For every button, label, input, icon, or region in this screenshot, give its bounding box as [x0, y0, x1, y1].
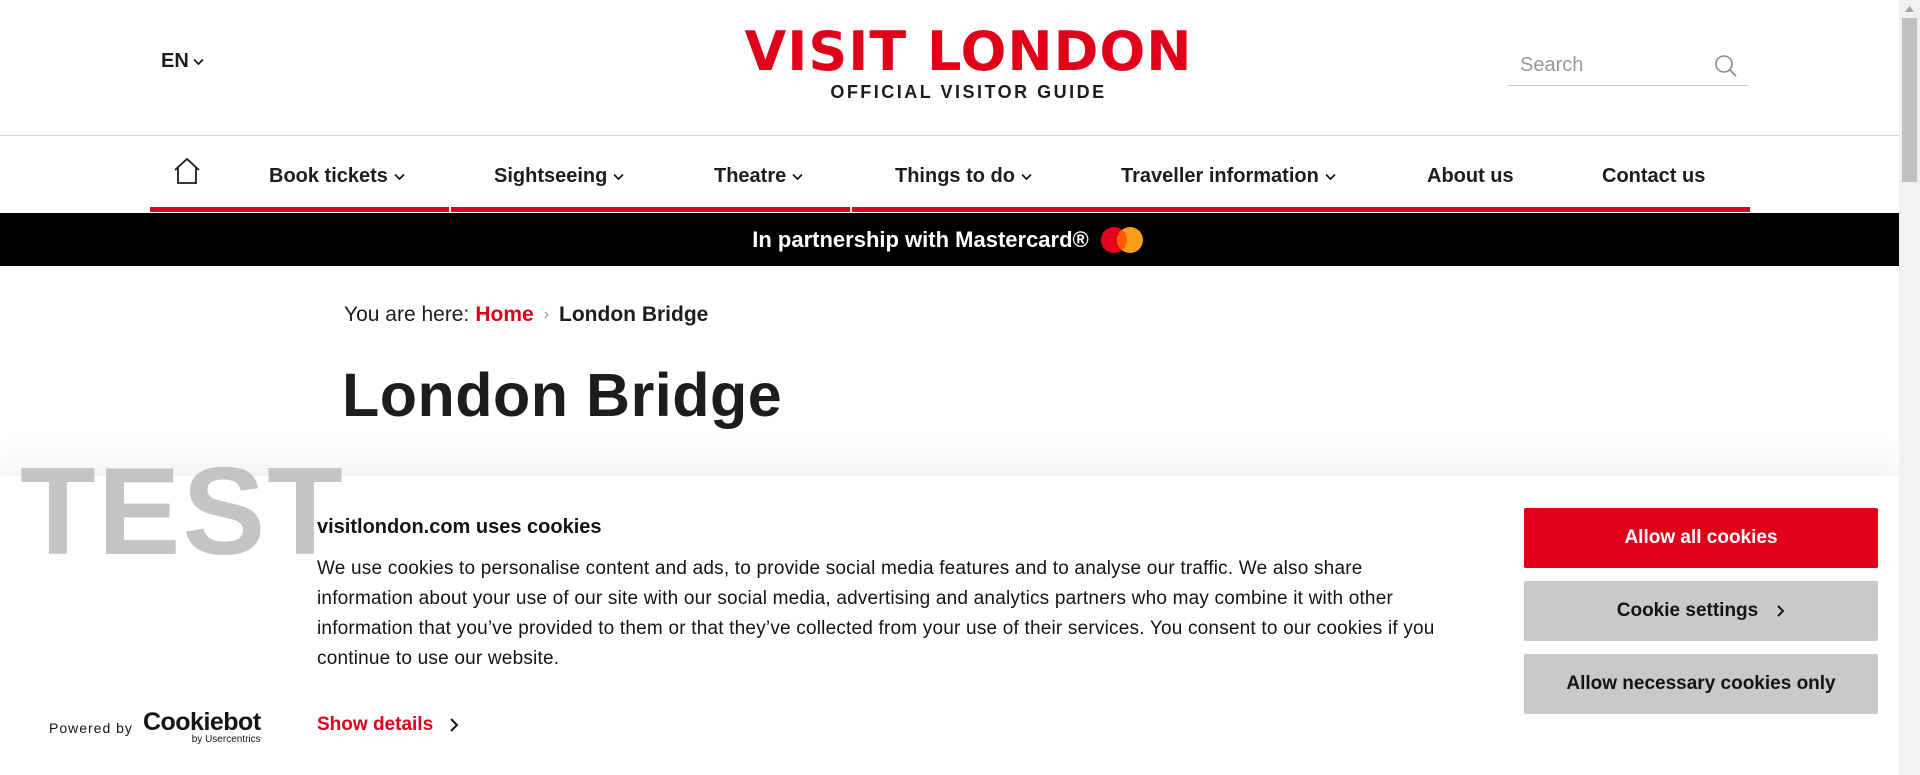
page-title: London Bridge — [342, 361, 783, 429]
nav-item-book-tickets[interactable]: Book tickets — [269, 165, 405, 188]
allow-all-cookies-button[interactable]: Allow all cookies — [1524, 508, 1878, 568]
search-input[interactable] — [1508, 54, 1698, 77]
nav-item-sightseeing[interactable]: Sightseeing — [494, 165, 624, 188]
main-nav: Book tickets Sightseeing Theatre Things … — [0, 137, 1899, 213]
chevron-down-icon — [1021, 173, 1032, 180]
nav-item-label: Traveller information — [1121, 165, 1319, 187]
cookiebot-name: Cookiebot — [142, 708, 261, 736]
nav-item-label: Contact us — [1602, 165, 1706, 187]
scroll-up-arrow-icon[interactable] — [1904, 5, 1915, 13]
partner-text: In partnership with Mastercard® — [752, 226, 1089, 252]
breadcrumb-current: London Bridge — [559, 303, 709, 326]
home-icon[interactable] — [172, 157, 202, 185]
chevron-right-icon — [450, 718, 459, 732]
nav-inner: Book tickets Sightseeing Theatre Things … — [150, 137, 1750, 213]
nav-item-things-to-do[interactable]: Things to do — [895, 165, 1032, 188]
cookie-banner-text: We use cookies to personalise content an… — [317, 558, 1435, 669]
chevron-down-icon — [613, 173, 624, 180]
nav-item-label: Things to do — [895, 165, 1015, 187]
show-details-link[interactable]: Show details — [317, 714, 459, 736]
nav-item-label: Sightseeing — [494, 165, 608, 187]
chevron-down-icon — [1325, 173, 1336, 180]
cookie-settings-button[interactable]: Cookie settings — [1524, 581, 1878, 641]
breadcrumb-prefix: You are here: — [344, 303, 470, 326]
allow-necessary-cookies-button[interactable]: Allow necessary cookies only — [1524, 654, 1878, 714]
scrollbar-thumb[interactable] — [1902, 18, 1917, 182]
nav-item-label: About us — [1427, 165, 1514, 187]
nav-item-label: Theatre — [714, 165, 787, 187]
cookie-banner-title: visitlondon.com uses cookies — [317, 516, 602, 538]
cookiebot-branding[interactable]: Powered by Cookiebot by Usercentrics — [49, 708, 261, 746]
mastercard-logo-icon — [1100, 226, 1143, 253]
powered-by-label: Powered by — [49, 719, 133, 736]
breadcrumb-home-link[interactable]: Home — [475, 303, 533, 327]
nav-item-theatre[interactable]: Theatre — [714, 165, 803, 188]
chevron-down-icon — [394, 173, 405, 180]
page-scrollbar[interactable] — [1899, 0, 1920, 775]
breadcrumb: You are here: Home › London Bridge — [344, 303, 708, 327]
chevron-right-icon — [1777, 605, 1785, 617]
nav-item-label: Book tickets — [269, 165, 388, 187]
chevron-down-icon — [792, 173, 803, 180]
nav-item-contact-us[interactable]: Contact us — [1602, 165, 1705, 188]
breadcrumb-separator-icon: › — [543, 306, 550, 323]
cookie-settings-label: Cookie settings — [1616, 600, 1759, 621]
show-details-label: Show details — [317, 714, 434, 735]
nav-item-about-us[interactable]: About us — [1427, 165, 1514, 188]
search-icon[interactable] — [1714, 54, 1738, 78]
nav-item-traveller-information[interactable]: Traveller information — [1121, 165, 1336, 188]
cookiebot-subtitle: by Usercentrics — [191, 734, 261, 745]
cookiebot-logo: Cookiebot by Usercentrics — [142, 708, 261, 746]
search-box — [1508, 46, 1748, 86]
test-watermark: TEST — [20, 443, 345, 581]
partner-banner[interactable]: In partnership with Mastercard® — [0, 213, 1899, 266]
top-header: EN VISIT LONDON OFFICIAL VISITOR GUIDE — [0, 0, 1899, 136]
